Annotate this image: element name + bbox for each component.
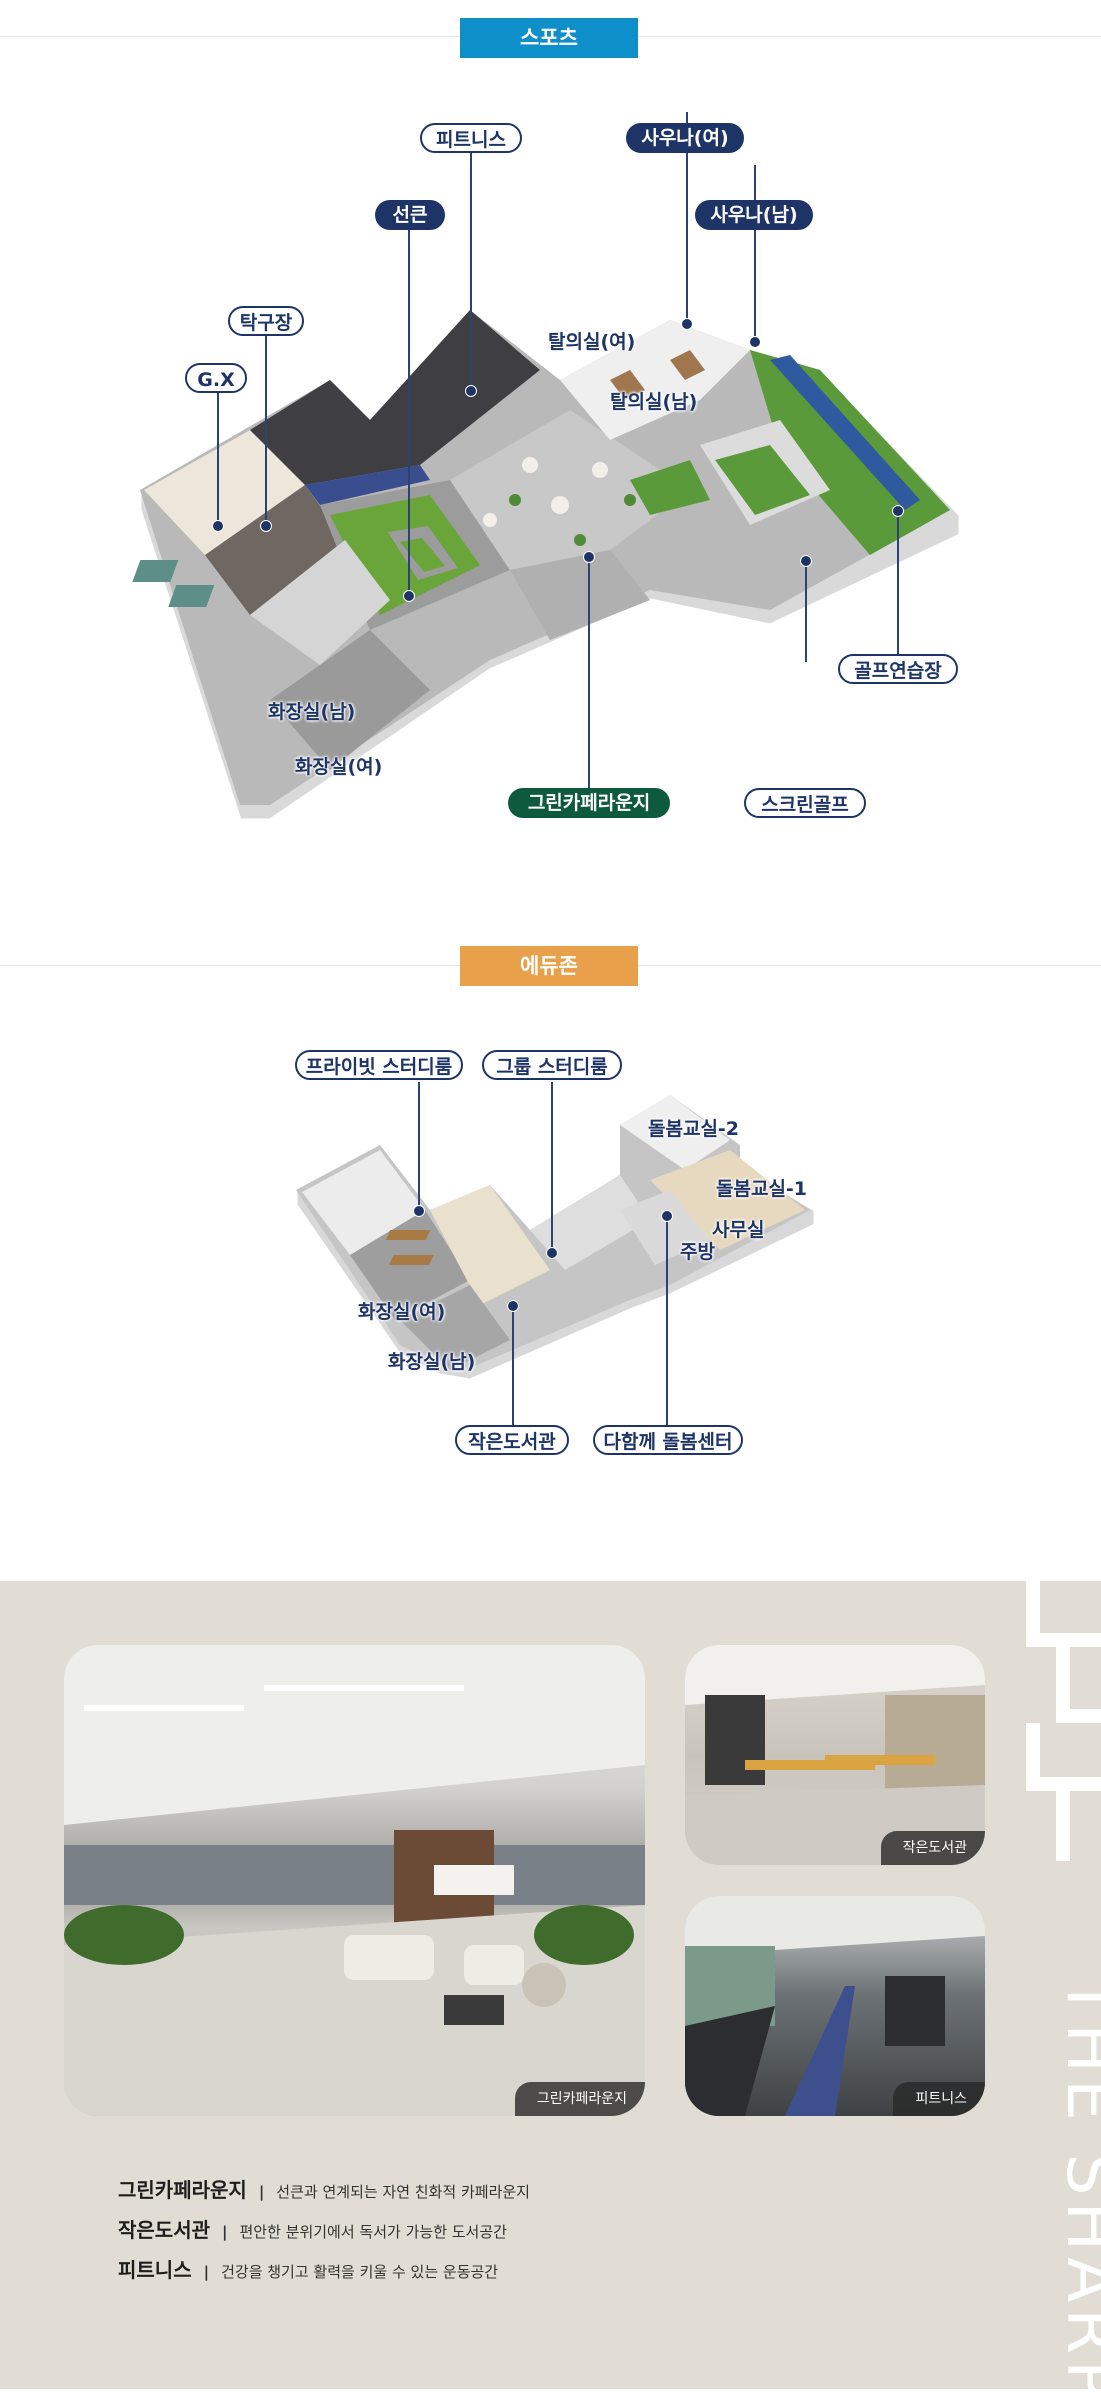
location-dot-icon [260,520,272,532]
label-dressing-female: 탈의실(여) [548,331,636,353]
label-restroom-female-edu: 화장실(여) [358,1301,446,1323]
photo-small-library: 작은도서관 [685,1645,985,1865]
photo-caption-library: 작은도서관 [880,1831,985,1865]
description-name: 작은도서관 [118,2218,210,2242]
photo-green-cafe-lounge: 그린카페라운지 [64,1645,645,2116]
brand-text: THE SHARP [1052,1977,1101,2406]
location-dot-icon [583,551,595,563]
label-care-classroom-2: 돌봄교실-2 [648,1118,740,1140]
label-screen-golf: 스크린골프 [744,788,866,818]
location-dot-icon [413,1205,425,1217]
location-dot-icon [681,318,693,330]
location-dot-icon [661,1210,673,1222]
description-text: 선큰과 연계되는 자연 친화적 카페라운지 [276,2183,530,2201]
label-restroom-female-sports: 화장실(여) [295,756,383,778]
location-dot-icon [465,385,477,397]
location-dot-icon [403,590,415,602]
photo-caption-fitness: 피트니스 [893,2082,985,2116]
location-dot-icon [212,520,224,532]
label-sauna-male: 사우나(남) [695,200,813,230]
photo-caption-lounge: 그린카페라운지 [514,2082,645,2116]
brand-line-graphic [1026,1581,1101,1861]
location-dot-icon [749,336,761,348]
label-group-study-room: 그룹 스터디룸 [482,1050,622,1080]
description-text: 편안한 분위기에서 독서가 가능한 도서공간 [239,2223,507,2241]
location-dot-icon [892,505,904,517]
description-row: 그린카페라운지 | 선큰과 연계되는 자연 친화적 카페라운지 [118,2178,530,2202]
label-table-tennis: 탁구장 [228,306,304,336]
description-name: 그린카페라운지 [118,2178,247,2202]
label-kitchen: 주방 [680,1241,715,1263]
label-sauna-female: 사우나(여) [626,123,744,153]
label-restroom-male-edu: 화장실(남) [388,1351,476,1373]
label-dressing-male: 탈의실(남) [610,391,698,413]
description-name: 피트니스 [118,2258,192,2282]
label-care-center: 다함께 돌봄센터 [593,1425,743,1455]
description-row: 피트니스 | 건강을 챙기고 활력을 키울 수 있는 운동공간 [118,2258,499,2282]
label-care-classroom-1: 돌봄교실-1 [716,1178,808,1200]
location-dot-icon [800,555,812,567]
label-office: 사무실 [712,1219,765,1241]
description-text: 건강을 챙기고 활력을 키울 수 있는 운동공간 [221,2263,499,2281]
photo-fitness: 피트니스 [685,1896,985,2116]
location-dot-icon [546,1247,558,1259]
label-fitness: 피트니스 [420,123,522,153]
label-sunken: 선큰 [375,200,445,230]
edu-section-title: 에듀존 [460,946,638,986]
label-golf-practice: 골프연습장 [838,654,958,684]
label-green-cafe-lounge: 그린카페라운지 [508,788,670,818]
label-gx: G.X [185,363,247,393]
location-dot-icon [507,1300,519,1312]
label-private-study-room: 프라이빗 스터디룸 [295,1050,463,1080]
description-row: 작은도서관 | 편안한 분위기에서 독서가 가능한 도서공간 [118,2218,507,2242]
sports-floorplan [132,307,962,822]
sports-section-title: 스포츠 [460,18,638,58]
label-restroom-male-sports: 화장실(남) [268,701,356,723]
label-small-library: 작은도서관 [455,1425,569,1455]
